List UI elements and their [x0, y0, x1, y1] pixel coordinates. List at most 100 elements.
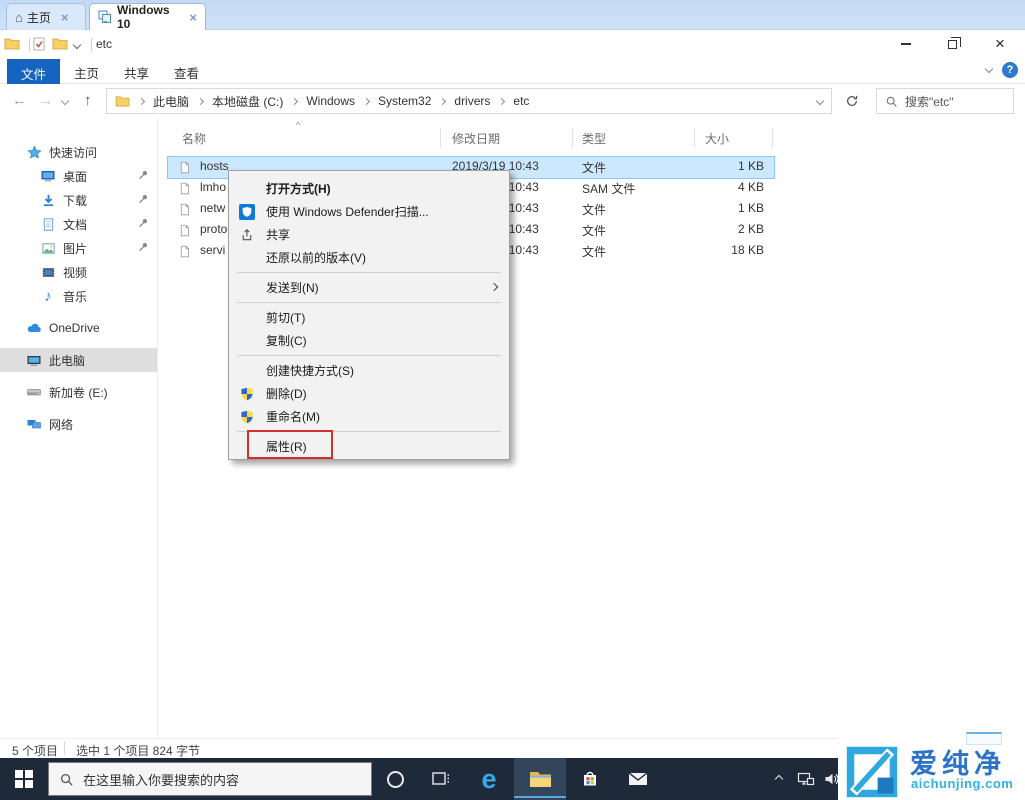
- menu-item-send-to[interactable]: 发送到(N): [229, 276, 509, 299]
- ribbon-expand-chevron-icon[interactable]: [985, 65, 993, 73]
- breadcrumb-item[interactable]: System32: [376, 94, 433, 108]
- selection-info: 选中 1 个项目 824 字节: [76, 742, 200, 759]
- menu-item-defender-scan[interactable]: 使用 Windows Defender扫描...: [229, 200, 509, 223]
- qat-folder-icon[interactable]: [4, 37, 20, 55]
- column-resize-handle[interactable]: [440, 128, 441, 148]
- qat-new-folder-icon[interactable]: [52, 37, 68, 55]
- column-resize-handle[interactable]: [694, 128, 695, 148]
- menu-item-cut[interactable]: 剪切(T): [229, 306, 509, 329]
- recent-locations-chevron-icon[interactable]: [61, 97, 69, 105]
- file-size: 4 KB: [684, 180, 764, 194]
- ribbon-tab-home[interactable]: 主页: [62, 59, 111, 86]
- file-icon: [178, 244, 191, 262]
- column-header-size[interactable]: 大小: [705, 130, 729, 147]
- task-view-button[interactable]: [418, 758, 464, 800]
- divider: [91, 38, 92, 52]
- menu-item-share[interactable]: 共享: [229, 223, 509, 246]
- up-icon[interactable]: ↑: [84, 92, 92, 109]
- tab-home[interactable]: ⌂ 主页 ×: [6, 3, 86, 30]
- tab-label: Windows 10: [117, 3, 179, 31]
- videos-icon: [40, 264, 56, 280]
- breadcrumb-item[interactable]: 本地磁盘 (C:): [210, 93, 285, 110]
- store-button[interactable]: [566, 758, 614, 800]
- close-button[interactable]: ×: [978, 30, 1022, 58]
- watermark-logo-icon: [844, 744, 900, 800]
- music-note-icon: ♪: [40, 288, 56, 304]
- ribbon-tabs: 文件 主页 共享 查看 ?: [0, 58, 1025, 84]
- restore-button[interactable]: [930, 30, 974, 58]
- sidebar-item-quick-access[interactable]: 快速访问: [0, 140, 157, 164]
- screen: ⌂ 主页 × Windows 10 × etc × 文件: [0, 0, 1025, 800]
- qat-properties-icon[interactable]: [32, 37, 46, 56]
- sidebar-item-new-volume-e[interactable]: 新加卷 (E:): [0, 380, 157, 404]
- tray-expand-button[interactable]: [766, 758, 792, 800]
- menu-label: 创建快捷方式(S): [266, 362, 354, 379]
- sidebar-item-this-pc[interactable]: 此电脑: [0, 348, 157, 372]
- column-header-date[interactable]: 修改日期: [452, 130, 500, 147]
- menu-item-restore-versions[interactable]: 还原以前的版本(V): [229, 246, 509, 269]
- menu-separator: [237, 272, 501, 273]
- menu-item-open-with[interactable]: 打开方式(H): [229, 177, 509, 200]
- network-tray-button[interactable]: [792, 758, 820, 800]
- taskbar-search-input[interactable]: 在这里输入你要搜索的内容: [48, 762, 372, 796]
- breadcrumb-item[interactable]: etc: [511, 94, 531, 108]
- edge-icon: e: [481, 766, 496, 793]
- help-button[interactable]: ?: [1002, 62, 1018, 78]
- breadcrumb-item[interactable]: drivers: [452, 94, 492, 108]
- breadcrumb[interactable]: 此电脑 本地磁盘 (C:) Windows System32 drivers e…: [106, 88, 832, 114]
- minimize-button[interactable]: [884, 30, 928, 58]
- menu-item-create-shortcut[interactable]: 创建快捷方式(S): [229, 359, 509, 382]
- sidebar-item-pictures[interactable]: 图片: [0, 236, 157, 260]
- desktop-icon: [40, 168, 56, 184]
- file-explorer-icon: [529, 770, 552, 789]
- breadcrumb-item[interactable]: 此电脑: [151, 93, 191, 110]
- pictures-icon: [40, 240, 56, 256]
- app-window-icon: [98, 10, 112, 24]
- cortana-button[interactable]: [372, 758, 418, 800]
- mail-button[interactable]: [614, 758, 662, 800]
- sidebar-item-music[interactable]: ♪ 音乐: [0, 284, 157, 308]
- menu-separator: [237, 355, 501, 356]
- tab-windows10[interactable]: Windows 10 ×: [89, 3, 206, 30]
- search-placeholder: 搜索"etc": [905, 93, 954, 110]
- sidebar-label: 此电脑: [49, 352, 85, 369]
- breadcrumb-item[interactable]: Windows: [304, 94, 357, 108]
- menu-item-copy[interactable]: 复制(C): [229, 329, 509, 352]
- uac-shield-icon: [238, 385, 255, 402]
- close-tab-icon[interactable]: ×: [189, 10, 197, 25]
- explorer-title-bar: etc ×: [0, 30, 1025, 58]
- file-type: 文件: [582, 159, 606, 176]
- column-header-name[interactable]: 名称: [182, 130, 206, 147]
- file-icon: [178, 223, 191, 241]
- file-type: 文件: [582, 222, 606, 239]
- column-resize-handle[interactable]: [772, 128, 773, 148]
- refresh-button[interactable]: [838, 88, 866, 114]
- pin-icon: [138, 241, 149, 255]
- forward-icon[interactable]: →: [38, 92, 53, 109]
- start-button[interactable]: [0, 758, 48, 800]
- sidebar-item-documents[interactable]: 文档: [0, 212, 157, 236]
- ribbon-tab-share[interactable]: 共享: [112, 59, 161, 86]
- file-name: hosts: [200, 159, 229, 173]
- address-dropdown-chevron-icon[interactable]: [816, 97, 824, 105]
- sidebar-label: 视频: [63, 264, 87, 281]
- taskbar-search-placeholder: 在这里输入你要搜索的内容: [83, 770, 239, 789]
- column-header-type[interactable]: 类型: [582, 130, 606, 147]
- file-explorer-button[interactable]: [514, 758, 566, 800]
- sidebar-item-videos[interactable]: 视频: [0, 260, 157, 284]
- sidebar-item-downloads[interactable]: 下载: [0, 188, 157, 212]
- edge-button[interactable]: e: [464, 758, 514, 800]
- ribbon-tab-view[interactable]: 查看: [162, 59, 211, 86]
- menu-item-rename[interactable]: 重命名(M): [229, 405, 509, 428]
- close-tab-icon[interactable]: ×: [61, 10, 69, 25]
- search-icon: [59, 772, 74, 787]
- menu-label: 复制(C): [266, 332, 307, 349]
- sidebar-item-network[interactable]: 网络: [0, 412, 157, 436]
- menu-item-delete[interactable]: 删除(D): [229, 382, 509, 405]
- sidebar-item-desktop[interactable]: 桌面: [0, 164, 157, 188]
- qat-customize-chevron-icon[interactable]: [73, 41, 81, 49]
- sidebar-item-onedrive[interactable]: OneDrive: [0, 316, 157, 340]
- back-icon[interactable]: ←: [12, 92, 27, 109]
- search-input[interactable]: 搜索"etc": [876, 88, 1014, 114]
- column-resize-handle[interactable]: [572, 128, 573, 148]
